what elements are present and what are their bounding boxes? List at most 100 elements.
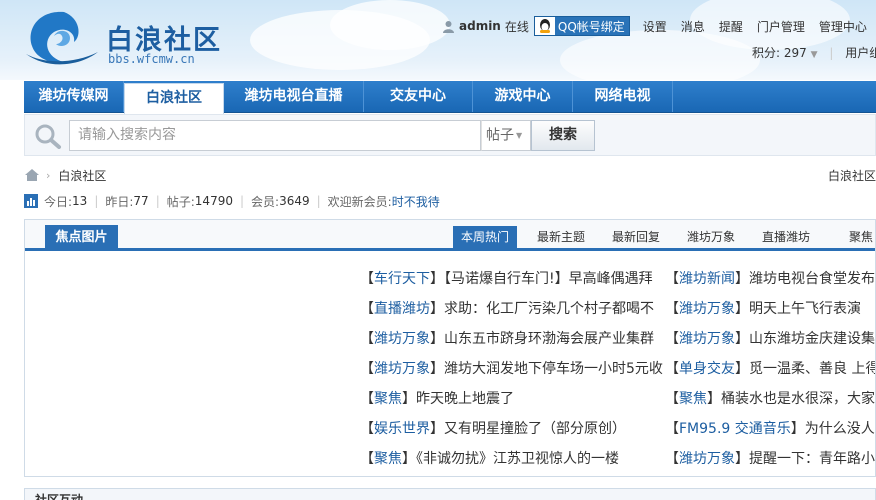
panel-header: 焦点图片 本周热门 最新主题 最新回复 潍坊万象 直播潍坊 聚焦 xyxy=(25,220,875,251)
breadcrumb-right-link[interactable]: 白浪社区 xyxy=(828,167,876,184)
bar-chart-icon xyxy=(24,194,38,208)
category-link[interactable]: 潍坊万象 xyxy=(374,361,430,377)
messages-link[interactable]: 消息 xyxy=(681,18,705,35)
list-item[interactable]: 【潍坊新闻】潍坊电视台食堂发布 xyxy=(665,264,875,294)
username-link[interactable]: admin xyxy=(459,19,501,33)
chevron-down-icon[interactable]: ▼ xyxy=(811,50,818,60)
user-icon xyxy=(443,20,454,33)
thread-title[interactable]: 【马诺爆自行车门!】早高峰偶遇拜 xyxy=(444,271,653,287)
thread-title[interactable]: 觅一温柔、善良 上得 xyxy=(749,361,875,377)
category-link[interactable]: 潍坊万象 xyxy=(679,331,735,347)
list-item[interactable]: 【潍坊万象】山东潍坊金庆建设集团 xyxy=(665,324,875,354)
category-link[interactable]: 单身交友 xyxy=(679,361,735,377)
yesterday-label: 昨日: xyxy=(105,194,134,209)
user-toolbar: admin 在线 QQ帐号绑定 设置 消息 提醒 门户管理 管理中心 xyxy=(442,16,876,36)
thread-title[interactable]: 潍坊电视台食堂发布 xyxy=(749,271,875,287)
category-link[interactable]: 聚焦 xyxy=(374,391,402,407)
category-link[interactable]: 聚焦 xyxy=(374,451,402,467)
portal-admin-link[interactable]: 门户管理 xyxy=(757,18,805,35)
category-link[interactable]: 潍坊万象 xyxy=(679,451,735,467)
tab-weekly-hot[interactable]: 本周热门 xyxy=(453,226,518,248)
list-item[interactable]: 【潍坊万象】潍坊大润发地下停车场一小时5元收 xyxy=(360,354,663,384)
nav-item-tv-live[interactable]: 潍坊电视台直播 xyxy=(224,81,364,112)
list-item[interactable]: 【潍坊万象】山东五市跻身环渤海会展产业集群 xyxy=(360,324,663,354)
tab-weifang-wanxiang[interactable]: 潍坊万象 xyxy=(687,226,735,248)
search-input[interactable]: 请输入搜索内容 xyxy=(69,120,481,151)
thread-title[interactable]: 提醒一下：青年路小 xyxy=(749,451,875,467)
thread-title[interactable]: 潍坊大润发地下停车场一小时5元收 xyxy=(444,361,663,377)
list-item[interactable]: 【FM95.9 交通音乐】为什么没人关 xyxy=(665,414,875,444)
nav-item-games[interactable]: 游戏中心 xyxy=(473,81,573,112)
site-logo[interactable]: 白浪社区 bbs.wfcmw.cn xyxy=(24,6,244,70)
search-button[interactable]: 搜索 xyxy=(531,120,595,151)
breadcrumb-current[interactable]: 白浪社区 xyxy=(58,167,106,184)
posts-label: 帖子: xyxy=(166,194,195,209)
divider: | xyxy=(829,46,834,60)
thread-title[interactable]: 山东五市跻身环渤海会展产业集群 xyxy=(444,331,654,347)
thread-title[interactable]: 为什么没人关 xyxy=(805,421,875,437)
wave-logo-icon xyxy=(26,11,98,65)
list-item[interactable]: 【聚焦】桶装水也是水很深，大家 xyxy=(665,384,875,414)
settings-link[interactable]: 设置 xyxy=(643,18,667,35)
search-icon xyxy=(35,124,61,149)
new-member-link[interactable]: 时不我待 xyxy=(392,193,440,210)
section-title: 社区互动 xyxy=(35,493,84,500)
nav-item-dating[interactable]: 交友中心 xyxy=(364,81,473,112)
tab-live-weifang[interactable]: 直播潍坊 xyxy=(762,226,810,248)
online-status[interactable]: 在线 xyxy=(505,18,529,35)
tab-focus[interactable]: 聚焦 xyxy=(849,226,873,248)
category-link[interactable]: 潍坊万象 xyxy=(374,331,430,347)
nav-item-web-tv[interactable]: 网络电视 xyxy=(573,81,673,112)
qq-bind-button[interactable]: QQ帐号绑定 xyxy=(533,16,630,36)
community-interaction-box: 社区互动 xyxy=(24,488,876,500)
list-item[interactable]: 【直播潍坊】求助：化工厂污染几个村子都喝不 xyxy=(360,294,663,324)
list-item[interactable]: 【聚焦】《非诚勿扰》江苏卫视惊人的一楼 xyxy=(360,444,663,474)
chevron-right-icon: › xyxy=(46,168,51,182)
list-item[interactable]: 【娱乐世界】又有明星撞脸了（部分原创） xyxy=(360,414,663,444)
members-label: 会员: xyxy=(251,194,280,209)
divider: | xyxy=(316,194,321,208)
tab-latest-replies[interactable]: 最新回复 xyxy=(612,226,660,248)
main-nav: 潍坊传媒网 白浪社区 潍坊电视台直播 交友中心 游戏中心 网络电视 xyxy=(24,81,876,115)
list-item[interactable]: 【车行天下】【马诺爆自行车门!】早高峰偶遇拜 xyxy=(360,264,663,294)
list-item[interactable]: 【潍坊万象】提醒一下：青年路小 xyxy=(665,444,875,474)
yesterday-count: 77 xyxy=(133,194,149,208)
reminders-link[interactable]: 提醒 xyxy=(719,18,743,35)
list-item[interactable]: 【潍坊万象】明天上午飞行表演 xyxy=(665,294,875,324)
breadcrumb: › 白浪社区 白浪社区 xyxy=(24,166,876,184)
thread-title[interactable]: 山东潍坊金庆建设集团 xyxy=(749,331,875,347)
welcome-label: 欢迎新会员: xyxy=(327,194,392,209)
category-link[interactable]: 潍坊新闻 xyxy=(679,271,735,287)
list-item[interactable]: 【聚焦】昨天晚上地震了 xyxy=(360,384,663,414)
category-link[interactable]: FM95.9 交通音乐 xyxy=(679,421,791,437)
search-bar: 请输入搜索内容 帖子 ▼ 搜索 xyxy=(24,114,876,156)
category-link[interactable]: 直播潍坊 xyxy=(374,301,430,317)
admin-center-link[interactable]: 管理中心 xyxy=(819,18,867,35)
divider: | xyxy=(155,194,160,208)
thread-title[interactable]: 桶装水也是水很深，大家 xyxy=(721,391,875,407)
usergroup-link[interactable]: 用户组 xyxy=(845,46,876,60)
members-count: 3649 xyxy=(279,194,310,208)
thread-title[interactable]: 又有明星撞脸了（部分原创） xyxy=(444,421,626,437)
divider: | xyxy=(239,194,245,208)
credits-link[interactable]: 积分: 297 xyxy=(752,46,807,60)
category-link[interactable]: 车行天下 xyxy=(374,271,430,287)
search-type-select[interactable]: 帖子 ▼ xyxy=(481,120,531,151)
category-link[interactable]: 潍坊万象 xyxy=(679,301,735,317)
home-icon[interactable] xyxy=(24,168,40,182)
tab-focus-images[interactable]: 焦点图片 xyxy=(45,225,118,251)
news-list-left: 【车行天下】【马诺爆自行车门!】早高峰偶遇拜 【直播潍坊】求助：化工厂污染几个村… xyxy=(360,264,663,474)
thread-title[interactable]: 昨天晚上地震了 xyxy=(416,391,514,407)
nav-item-media[interactable]: 潍坊传媒网 xyxy=(24,81,124,112)
thread-title[interactable]: 明天上午飞行表演 xyxy=(749,301,861,317)
forum-stats: 今日: 13 | 昨日: 77 | 帖子: 14790 | 会员: 3649 |… xyxy=(24,192,440,210)
tab-latest-threads[interactable]: 最新主题 xyxy=(537,226,585,248)
category-link[interactable]: 娱乐世界 xyxy=(374,421,430,437)
thread-title[interactable]: 求助：化工厂污染几个村子都喝不 xyxy=(444,301,654,317)
nav-item-community[interactable]: 白浪社区 xyxy=(124,83,224,115)
news-list-right: 【潍坊新闻】潍坊电视台食堂发布 【潍坊万象】明天上午飞行表演 【潍坊万象】山东潍… xyxy=(665,264,875,474)
list-item[interactable]: 【单身交友】觅一温柔、善良 上得 xyxy=(665,354,875,384)
category-link[interactable]: 聚焦 xyxy=(679,391,707,407)
chevron-down-icon: ▼ xyxy=(516,131,523,140)
thread-title[interactable]: 《非诚勿扰》江苏卫视惊人的一楼 xyxy=(416,451,619,467)
